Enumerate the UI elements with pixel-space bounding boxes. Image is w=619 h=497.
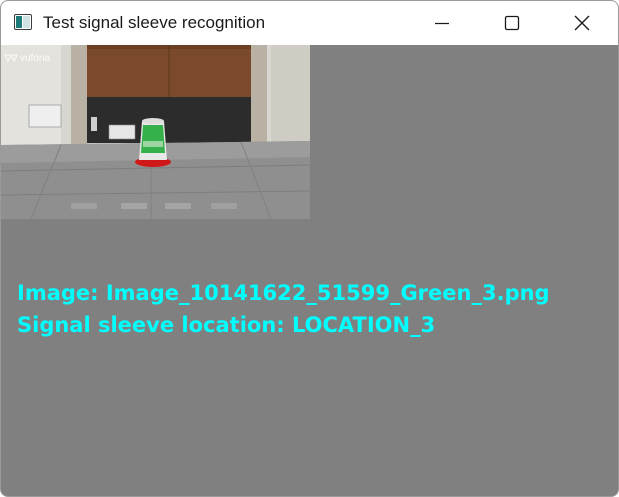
minimize-button[interactable]	[407, 1, 477, 45]
maximize-button[interactable]	[477, 1, 547, 45]
client-area: vuforia Image: Image_10141622_51599_Gree…	[1, 45, 618, 496]
window-title: Test signal sleeve recognition	[43, 13, 266, 32]
minimize-icon	[435, 22, 449, 25]
maximize-icon	[504, 15, 520, 31]
app-icon	[14, 14, 32, 30]
app-window: Test signal sleeve recognition vuforia I…	[0, 0, 619, 497]
sleeve-location-label: Signal sleeve location: LOCATION_3	[17, 313, 436, 337]
close-icon	[574, 15, 590, 31]
watermark-text: vuforia	[20, 53, 50, 64]
close-button[interactable]	[547, 1, 617, 45]
title-bar[interactable]: Test signal sleeve recognition	[1, 1, 618, 45]
image-filename-label: Image: Image_10141622_51599_Green_3.png	[17, 281, 550, 305]
camera-image: vuforia	[1, 45, 310, 219]
